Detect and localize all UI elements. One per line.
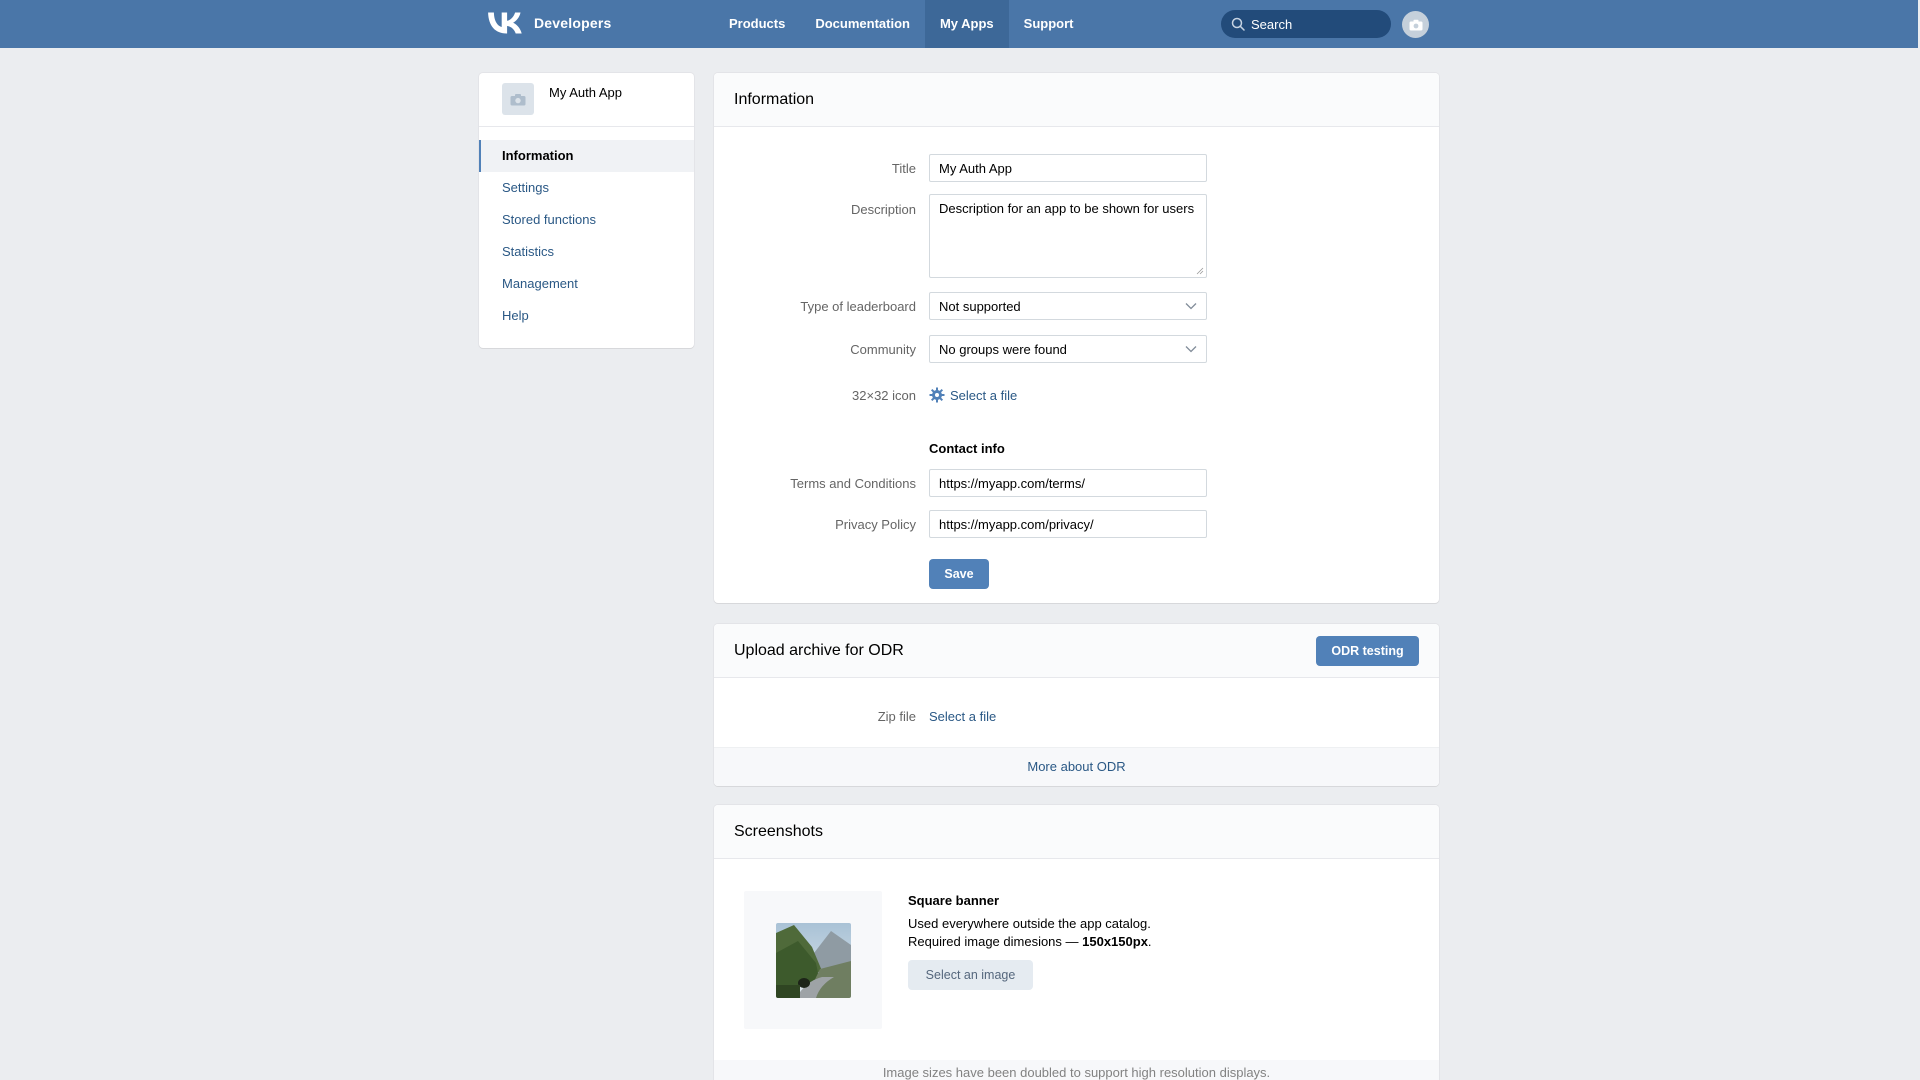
odr-panel-header: Upload archive for ODR ODR testing: [714, 624, 1439, 678]
search-input[interactable]: [1251, 16, 1381, 32]
screenshots-panel-header: Screenshots: [714, 805, 1439, 859]
banner-dimensions-prefix: Required image dimesions —: [908, 934, 1083, 949]
vk-developers-logo[interactable]: Developers: [488, 12, 611, 34]
sidebar-item-information[interactable]: Information: [479, 140, 694, 172]
sidebar-menu: Information Settings Stored functions St…: [479, 127, 694, 332]
privacy-field[interactable]: https://myapp.com/privacy/: [929, 510, 1207, 538]
resize-grip-icon[interactable]: [1196, 267, 1204, 275]
terms-field[interactable]: https://myapp.com/terms/: [929, 469, 1207, 497]
zip-select-file-link[interactable]: Select a file: [929, 709, 996, 724]
high-resolution-note: Image sizes have been doubled to support…: [714, 1060, 1439, 1080]
banner-dimensions-suffix: .: [1147, 934, 1152, 949]
app-thumbnail[interactable]: [502, 83, 534, 115]
nav-support[interactable]: Support: [1009, 0, 1089, 48]
user-avatar[interactable]: [1402, 11, 1429, 38]
contact-info-heading: Contact info: [929, 441, 1005, 456]
app-sidebar: My Auth App Information Settings Stored …: [479, 73, 694, 348]
icon-label: 32×32 icon: [852, 388, 916, 403]
nav-documentation[interactable]: Documentation: [800, 0, 925, 48]
banner-heading: Square banner: [908, 893, 1000, 908]
information-panel: Information Title My Auth App Descriptio…: [714, 73, 1439, 603]
nav-products[interactable]: Products: [714, 0, 800, 48]
search-icon: [1231, 17, 1245, 31]
banner-description: Used everywhere outside the app catalog.: [908, 916, 1151, 931]
description-label: Description: [850, 202, 916, 217]
banner-dimensions: Required image dimesions — 150x150px.: [908, 934, 1152, 949]
banner-image: [776, 923, 851, 998]
odr-panel-title: Upload archive for ODR: [734, 642, 904, 659]
sidebar-item-statistics[interactable]: Statistics: [479, 236, 694, 268]
leaderboard-value: Not supported: [939, 298, 1021, 314]
square-banner-preview: [744, 891, 882, 1029]
sidebar-item-management[interactable]: Management: [479, 268, 694, 300]
leaderboard-select[interactable]: Not supported: [929, 292, 1207, 320]
sidebar-item-settings[interactable]: Settings: [479, 172, 694, 204]
select-image-button[interactable]: Select an image: [908, 960, 1033, 990]
sidebar-item-help[interactable]: Help: [479, 300, 694, 332]
chevron-down-icon: [1185, 303, 1197, 310]
description-text: Description for an app to be shown for u…: [939, 201, 1195, 216]
app-header: My Auth App: [479, 73, 694, 127]
save-button[interactable]: Save: [929, 559, 989, 589]
chevron-down-icon: [1185, 346, 1197, 353]
information-panel-header: Information: [714, 73, 1439, 127]
sidebar-item-stored-functions[interactable]: Stored functions: [479, 204, 694, 236]
camera-icon: [510, 93, 526, 105]
icon-select-file-text: Select a file: [950, 387, 1018, 403]
nav-my-apps[interactable]: My Apps: [924, 0, 1009, 48]
community-label: Community: [850, 342, 916, 357]
title-field[interactable]: My Auth App: [929, 154, 1207, 182]
landscape-image: [776, 923, 851, 998]
odr-testing-button[interactable]: ODR testing: [1316, 636, 1419, 666]
screenshots-panel-title: Screenshots: [734, 823, 823, 840]
search-box[interactable]: [1221, 10, 1391, 38]
panel-title: Information: [734, 91, 815, 108]
main-nav: Products Documentation My Apps Support: [714, 0, 1089, 48]
top-navigation-bar: Developers Products Documentation My App…: [0, 0, 1918, 48]
odr-panel: Upload archive for ODR ODR testing Zip f…: [714, 624, 1439, 786]
community-select[interactable]: No groups were found: [929, 335, 1207, 363]
title-label: Title: [891, 161, 916, 176]
terms-label: Terms and Conditions: [790, 476, 916, 491]
icon-select-file-link[interactable]: Select a file: [929, 387, 1017, 403]
zip-file-label: Zip file: [877, 709, 916, 724]
more-about-odr-link[interactable]: More about ODR: [714, 747, 1439, 786]
camera-icon: [1409, 19, 1422, 30]
privacy-label: Privacy Policy: [835, 517, 916, 532]
app-name: My Auth App: [549, 85, 622, 100]
brand-label: Developers: [534, 15, 612, 31]
gear-icon: [929, 387, 945, 403]
screenshots-panel: Screenshots Square banner Used everywher…: [714, 805, 1439, 1080]
vk-logo-icon: [488, 12, 522, 34]
leaderboard-label: Type of leaderboard: [800, 299, 916, 314]
community-value: No groups were found: [939, 341, 1067, 357]
banner-dimensions-size: 150x150px: [1082, 934, 1148, 949]
description-textarea[interactable]: Description for an app to be shown for u…: [929, 194, 1207, 278]
